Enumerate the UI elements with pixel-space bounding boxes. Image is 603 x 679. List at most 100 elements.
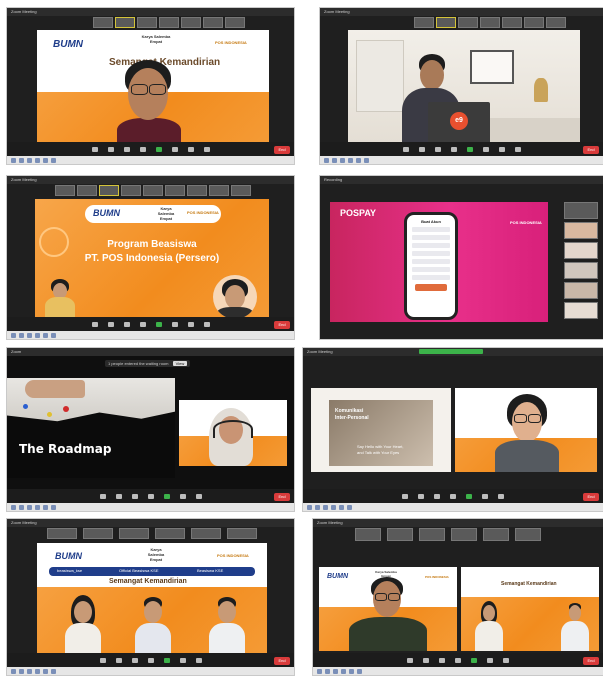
- participants-icon[interactable]: [131, 493, 138, 499]
- video-icon[interactable]: [418, 493, 424, 499]
- taskbar-icon[interactable]: [51, 668, 56, 674]
- participants-icon[interactable]: [439, 657, 445, 663]
- participant-thumb[interactable]: [115, 17, 135, 28]
- chat-icon[interactable]: [147, 657, 154, 663]
- taskbar-icon[interactable]: [323, 504, 328, 510]
- taskbar-icon[interactable]: [19, 157, 24, 163]
- taskbar-icon[interactable]: [349, 668, 354, 674]
- taskbar-icon[interactable]: [340, 157, 345, 163]
- reactions-icon[interactable]: [203, 146, 210, 152]
- video-icon[interactable]: [423, 657, 429, 663]
- share-screen-icon[interactable]: [155, 146, 162, 152]
- mute-icon[interactable]: [99, 493, 106, 499]
- participant-thumb[interactable]: [414, 17, 434, 28]
- participants-icon[interactable]: [123, 321, 130, 327]
- taskbar-icon[interactable]: [324, 157, 329, 163]
- taskbar-icon[interactable]: [51, 157, 56, 163]
- end-button[interactable]: End: [274, 146, 290, 154]
- participant-thumb[interactable]: [355, 528, 381, 541]
- participant-thumb[interactable]: [436, 17, 456, 28]
- participant-thumb[interactable]: [225, 17, 245, 28]
- participant-strip[interactable]: [93, 17, 245, 28]
- taskbar-icon[interactable]: [341, 668, 346, 674]
- taskbar-icon[interactable]: [27, 504, 32, 510]
- breakout-icon[interactable]: [498, 493, 504, 499]
- participant-thumb[interactable]: [209, 185, 229, 196]
- taskbar-icon[interactable]: [43, 332, 48, 338]
- participant-thumb[interactable]: [121, 185, 141, 196]
- record-icon[interactable]: [179, 493, 186, 499]
- end-button[interactable]: End: [274, 493, 290, 501]
- end-button[interactable]: End: [583, 146, 599, 154]
- participant-thumb[interactable]: [165, 185, 185, 196]
- share-screen-icon[interactable]: [163, 657, 170, 663]
- participant-thumb[interactable]: [93, 17, 113, 28]
- mute-icon[interactable]: [91, 146, 98, 152]
- mute-icon[interactable]: [402, 146, 409, 152]
- breakout-icon[interactable]: [187, 321, 194, 327]
- participant-thumb[interactable]: [480, 17, 500, 28]
- participant-thumb[interactable]: [191, 528, 221, 539]
- participant-thumb[interactable]: [451, 528, 477, 541]
- participant-thumb[interactable]: [231, 185, 251, 196]
- chat-icon[interactable]: [450, 493, 456, 499]
- chat-icon[interactable]: [139, 321, 146, 327]
- mute-icon[interactable]: [402, 493, 408, 499]
- participant-column[interactable]: [564, 202, 598, 319]
- participant-thumb[interactable]: [524, 17, 544, 28]
- taskbar-icon[interactable]: [348, 157, 353, 163]
- taskbar-icon[interactable]: [357, 668, 362, 674]
- participant-thumb[interactable]: [159, 17, 179, 28]
- video-icon[interactable]: [115, 657, 122, 663]
- breakout-icon[interactable]: [195, 493, 202, 499]
- participants-icon[interactable]: [434, 493, 440, 499]
- taskbar-icon[interactable]: [331, 504, 336, 510]
- participant-thumb[interactable]: [564, 262, 598, 279]
- taskbar-icon[interactable]: [364, 157, 369, 163]
- view-options-bar[interactable]: [419, 349, 483, 354]
- taskbar-icon[interactable]: [347, 504, 352, 510]
- participant-thumb[interactable]: [564, 282, 598, 299]
- participant-thumb[interactable]: [387, 528, 413, 541]
- participant-thumb[interactable]: [203, 17, 223, 28]
- video-icon[interactable]: [107, 146, 114, 152]
- meeting-controls[interactable]: [7, 489, 294, 503]
- participant-thumb[interactable]: [419, 528, 445, 541]
- participants-icon[interactable]: [123, 146, 130, 152]
- participant-strip[interactable]: [414, 17, 566, 28]
- end-button[interactable]: End: [583, 657, 599, 665]
- participant-thumb[interactable]: [564, 202, 598, 219]
- taskbar-icon[interactable]: [332, 157, 337, 163]
- participant-thumb[interactable]: [515, 528, 541, 541]
- video-icon[interactable]: [115, 493, 122, 499]
- taskbar-icon[interactable]: [51, 504, 56, 510]
- taskbar-icon[interactable]: [11, 504, 16, 510]
- participant-strip[interactable]: [47, 528, 257, 539]
- share-screen-icon[interactable]: [471, 657, 477, 663]
- participants-icon[interactable]: [434, 146, 441, 152]
- waiting-room-view-button[interactable]: View: [172, 361, 188, 366]
- record-icon[interactable]: [482, 493, 488, 499]
- participant-thumb[interactable]: [99, 185, 119, 196]
- reactions-icon[interactable]: [203, 321, 210, 327]
- record-icon[interactable]: [482, 146, 489, 152]
- taskbar-icon[interactable]: [27, 332, 32, 338]
- record-icon[interactable]: [179, 657, 186, 663]
- participant-thumb[interactable]: [47, 528, 77, 539]
- share-screen-icon[interactable]: [163, 493, 170, 499]
- taskbar-icon[interactable]: [43, 504, 48, 510]
- participant-thumb[interactable]: [546, 17, 566, 28]
- taskbar-icon[interactable]: [35, 504, 40, 510]
- taskbar-icon[interactable]: [27, 668, 32, 674]
- taskbar-icon[interactable]: [11, 157, 16, 163]
- meeting-controls[interactable]: [7, 142, 294, 156]
- meeting-controls[interactable]: [7, 653, 294, 667]
- participant-thumb[interactable]: [181, 17, 201, 28]
- participant-thumb[interactable]: [83, 528, 113, 539]
- chat-icon[interactable]: [139, 146, 146, 152]
- participant-strip[interactable]: [55, 185, 251, 196]
- taskbar-icon[interactable]: [43, 668, 48, 674]
- end-button[interactable]: End: [583, 493, 599, 501]
- chat-icon[interactable]: [455, 657, 461, 663]
- participant-thumb[interactable]: [227, 528, 257, 539]
